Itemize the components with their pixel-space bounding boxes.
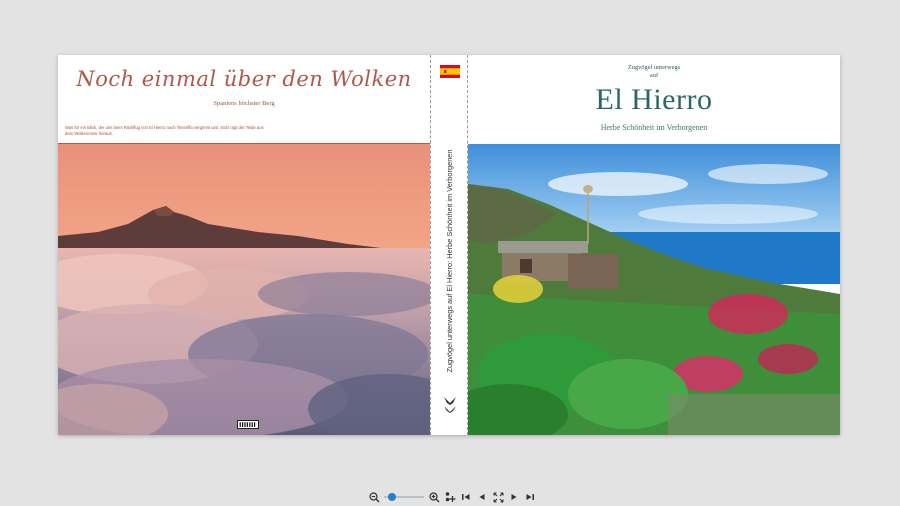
spain-flag-icon <box>440 65 460 78</box>
next-page-button[interactable] <box>508 491 520 503</box>
kicker-line-2: auf <box>649 72 659 79</box>
add-page-button[interactable] <box>444 491 456 503</box>
fit-screen-button[interactable] <box>492 491 504 503</box>
front-cover-kicker: Zugvögel unterwegs auf <box>468 64 840 80</box>
zoom-slider-knob[interactable] <box>388 493 396 501</box>
teide-above-clouds-photo <box>58 144 430 435</box>
zoom-in-button[interactable] <box>428 491 440 503</box>
previous-page-button[interactable] <box>476 491 488 503</box>
fit-screen-icon <box>492 491 504 503</box>
book-spine: Zugvögel unterwegs auf El Hierro: Herbe … <box>430 55 468 435</box>
zoom-out-button[interactable] <box>368 491 380 503</box>
spine-title: Zugvögel unterwegs auf El Hierro: Herbe … <box>445 149 454 373</box>
front-cover-title: El Hierro <box>595 83 713 116</box>
el-hierro-landscape-photo <box>468 144 840 435</box>
next-page-icon <box>511 494 517 500</box>
zoom-in-icon <box>428 491 439 502</box>
front-cover: Zugvögel unterwegs auf El Hierro Herbe S… <box>468 55 840 435</box>
kicker-line-1: Zugvögel unterwegs <box>627 64 681 71</box>
back-cover-blurb: Was für ein Blick, der uns beim Rückflug… <box>65 125 264 136</box>
back-cover-title: Noch einmal über den Wolken <box>76 67 412 91</box>
back-cover-subtitle: Spaniens höchster Berg <box>213 100 275 107</box>
front-cover-tagline: Herbe Schönheit im Verborgenen <box>600 123 708 132</box>
add-page-icon <box>445 492 456 502</box>
viewer-toolbar <box>368 490 536 504</box>
zoom-out-icon <box>368 491 379 502</box>
previous-page-icon <box>479 494 485 500</box>
bird-icon <box>444 397 456 413</box>
zoom-slider[interactable] <box>384 491 424 503</box>
last-page-button[interactable] <box>524 491 536 503</box>
book-preview: Noch einmal über den Wolken Spaniens höc… <box>58 55 840 435</box>
last-page-icon <box>526 494 534 500</box>
barcode: ▌▌▌▌▌▌▌ <box>237 420 259 429</box>
back-cover: Noch einmal über den Wolken Spaniens höc… <box>58 55 430 435</box>
first-page-icon <box>462 494 470 500</box>
first-page-button[interactable] <box>460 491 472 503</box>
